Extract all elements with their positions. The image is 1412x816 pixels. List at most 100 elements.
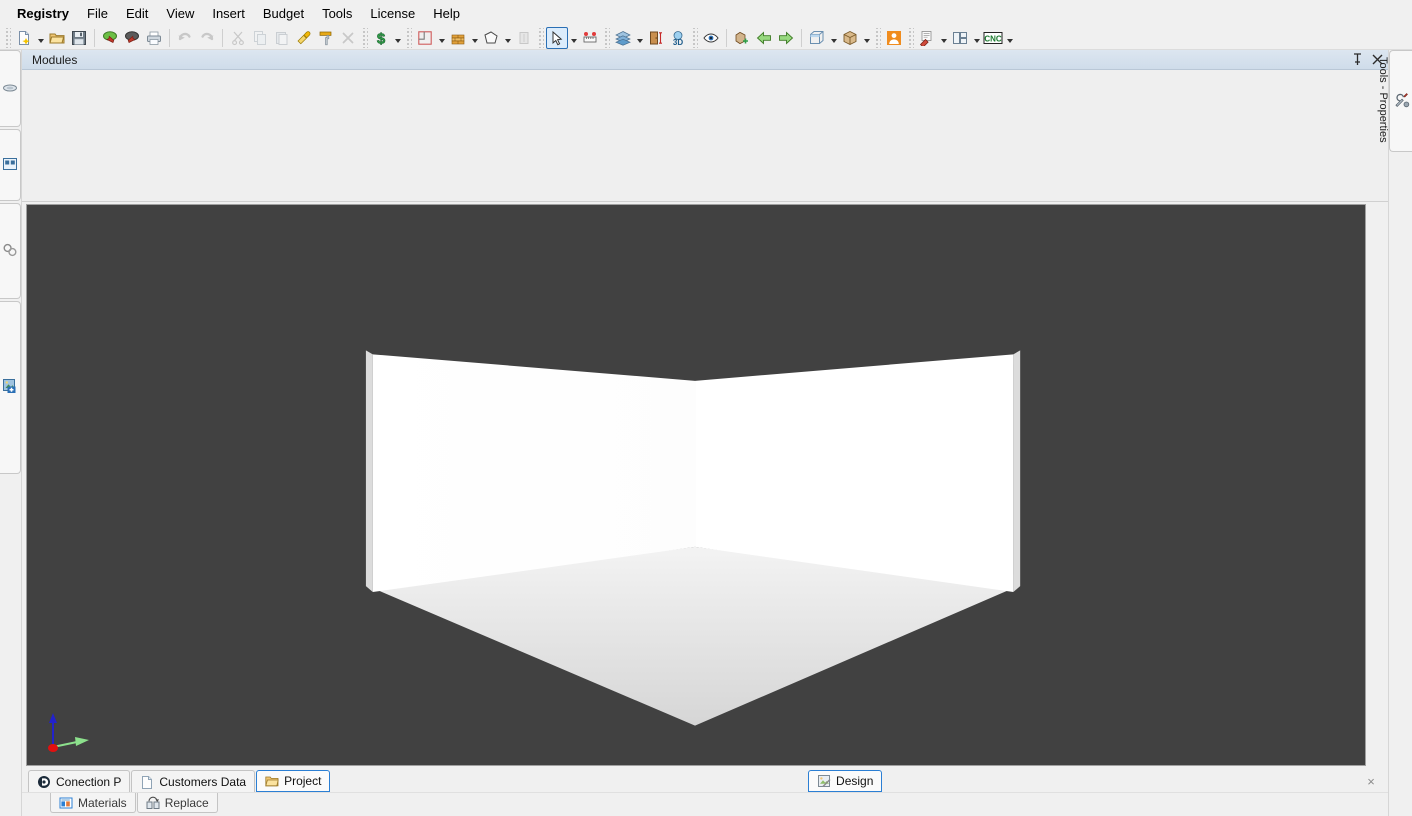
solid-box-dropdown-caret[interactable] (861, 27, 872, 49)
toolbar-grip[interactable] (405, 27, 412, 48)
tab-label: Customers Data (159, 774, 247, 789)
menu-item-file[interactable]: File (78, 2, 117, 25)
tab-design[interactable]: Design (808, 770, 883, 792)
menu-item-tools[interactable]: Tools (313, 2, 361, 25)
polygon-shape-icon[interactable] (480, 27, 502, 49)
tab-label: Design (836, 774, 874, 788)
tab-materials[interactable]: Materials (50, 793, 136, 813)
next-green-arrow-icon[interactable] (775, 27, 797, 49)
left-wall-edge (365, 350, 373, 593)
tab-project[interactable]: Project (256, 770, 331, 792)
pin-icon[interactable] (1348, 51, 1366, 69)
cnc-dropdown-caret[interactable] (1004, 27, 1015, 49)
sidebar-item-render-queue[interactable]: Render Queue - Real Scene 2.0 (0, 300, 21, 475)
modules-dock-content[interactable] (22, 70, 1388, 201)
sidebar-item-automatic-insert[interactable]: Automatic Insert (0, 203, 21, 299)
panel-split-dropdown-caret[interactable] (971, 27, 982, 49)
paint-roller-icon[interactable] (315, 27, 337, 49)
close-view-button[interactable]: × (1360, 770, 1382, 792)
import-green-icon[interactable] (99, 27, 121, 49)
undo-icon[interactable] (174, 27, 196, 49)
select-arrow-dropdown-caret[interactable] (568, 27, 579, 49)
toolbar-grip[interactable] (361, 27, 368, 48)
svg-text:CNC: CNC (984, 34, 1002, 43)
modules-dock-panel: Modules (22, 50, 1388, 202)
toolbar-grip[interactable] (537, 27, 544, 48)
main-content-row: Extras Items Module List (0, 50, 1412, 816)
report-print-icon[interactable] (916, 27, 938, 49)
toolbar-separator (222, 28, 223, 47)
modules-dock-titlebar: Modules (22, 50, 1388, 70)
room-plan-dropdown-caret[interactable] (436, 27, 447, 49)
eye-visibility-icon[interactable] (700, 27, 722, 49)
new-document-icon[interactable] (13, 27, 35, 49)
tab-label: Conection P (56, 774, 122, 789)
sidebar-item-extras-items[interactable]: Extras Items (0, 50, 21, 128)
new-document-dropdown-caret[interactable] (35, 27, 46, 49)
gears-icon (2, 242, 18, 258)
redo-icon[interactable] (196, 27, 218, 49)
design-3d-viewport[interactable] (26, 204, 1366, 766)
tools-wrench-icon (1394, 92, 1410, 108)
render-queue-icon (2, 378, 18, 394)
svg-text:$: $ (377, 30, 386, 46)
materials-icon (59, 796, 73, 810)
menu-item-help[interactable]: Help (424, 2, 469, 25)
sidebar-item-module-list[interactable]: Module List (0, 129, 21, 202)
tab-customers-data[interactable]: Customers Data (131, 770, 256, 792)
sidebar-item-label: Tools - Properties (1377, 57, 1389, 143)
dollar-budget-icon[interactable]: $ (370, 27, 392, 49)
dollar-budget-dropdown-caret[interactable] (392, 27, 403, 49)
height-door-icon[interactable] (645, 27, 667, 49)
menu-item-budget[interactable]: Budget (254, 2, 313, 25)
toolbar-grip[interactable] (603, 27, 610, 48)
report-print-dropdown-caret[interactable] (938, 27, 949, 49)
open-folder-icon[interactable] (46, 27, 68, 49)
status-tab-label: Replace (164, 795, 209, 810)
toolbar-grip[interactable] (907, 27, 914, 48)
menu-item-registry[interactable]: Registry (8, 2, 78, 25)
delete-x-icon[interactable] (337, 27, 359, 49)
toolbar-grip[interactable] (4, 27, 11, 48)
polygon-shape-dropdown-caret[interactable] (502, 27, 513, 49)
print-icon[interactable] (143, 27, 165, 49)
export-gray-icon[interactable] (121, 27, 143, 49)
paste-icon[interactable] (271, 27, 293, 49)
wireframe-cube-icon[interactable] (806, 27, 828, 49)
cnc-icon[interactable]: CNC (982, 27, 1004, 49)
viewport-wrapper (22, 202, 1388, 766)
select-arrow-icon[interactable] (546, 26, 568, 49)
tab-replace[interactable]: Replace (136, 793, 218, 813)
menu-item-edit[interactable]: Edit (117, 2, 157, 25)
previous-green-arrow-icon[interactable] (753, 27, 775, 49)
room-plan-icon[interactable] (414, 27, 436, 49)
menu-item-view[interactable]: View (157, 2, 203, 25)
panel-icon[interactable] (513, 27, 535, 49)
person-orange-icon[interactable] (883, 27, 905, 49)
wall-brick-icon[interactable] (447, 27, 469, 49)
layers-dropdown-caret[interactable] (634, 27, 645, 49)
sidebar-item-tools-properties[interactable]: Tools - Properties (1377, 50, 1412, 152)
tab-conection-p[interactable]: Conection P (28, 770, 131, 792)
wall-brick-dropdown-caret[interactable] (469, 27, 480, 49)
view-3d-icon[interactable]: 3D (667, 27, 689, 49)
toolbar-grip[interactable] (874, 27, 881, 48)
toolbar-grip[interactable] (691, 27, 698, 48)
folder-open-icon (265, 774, 279, 788)
view-tab-group: Design (808, 770, 883, 792)
copy-icon[interactable] (249, 27, 271, 49)
layers-icon[interactable] (612, 27, 634, 49)
eyedropper-icon[interactable] (293, 27, 315, 49)
wireframe-cube-dropdown-caret[interactable] (828, 27, 839, 49)
save-disk-icon[interactable] (68, 27, 90, 49)
add-module-icon[interactable] (731, 27, 753, 49)
menu-item-license[interactable]: License (361, 2, 424, 25)
measure-tape-icon[interactable] (579, 27, 601, 49)
replace-icon (146, 796, 160, 810)
cut-scissors-icon[interactable] (227, 27, 249, 49)
menu-item-insert[interactable]: Insert (203, 2, 254, 25)
panel-split-icon[interactable] (949, 27, 971, 49)
left-tab-strip-filler (0, 476, 21, 816)
solid-box-icon[interactable] (839, 27, 861, 49)
toolbar-separator (169, 28, 170, 47)
